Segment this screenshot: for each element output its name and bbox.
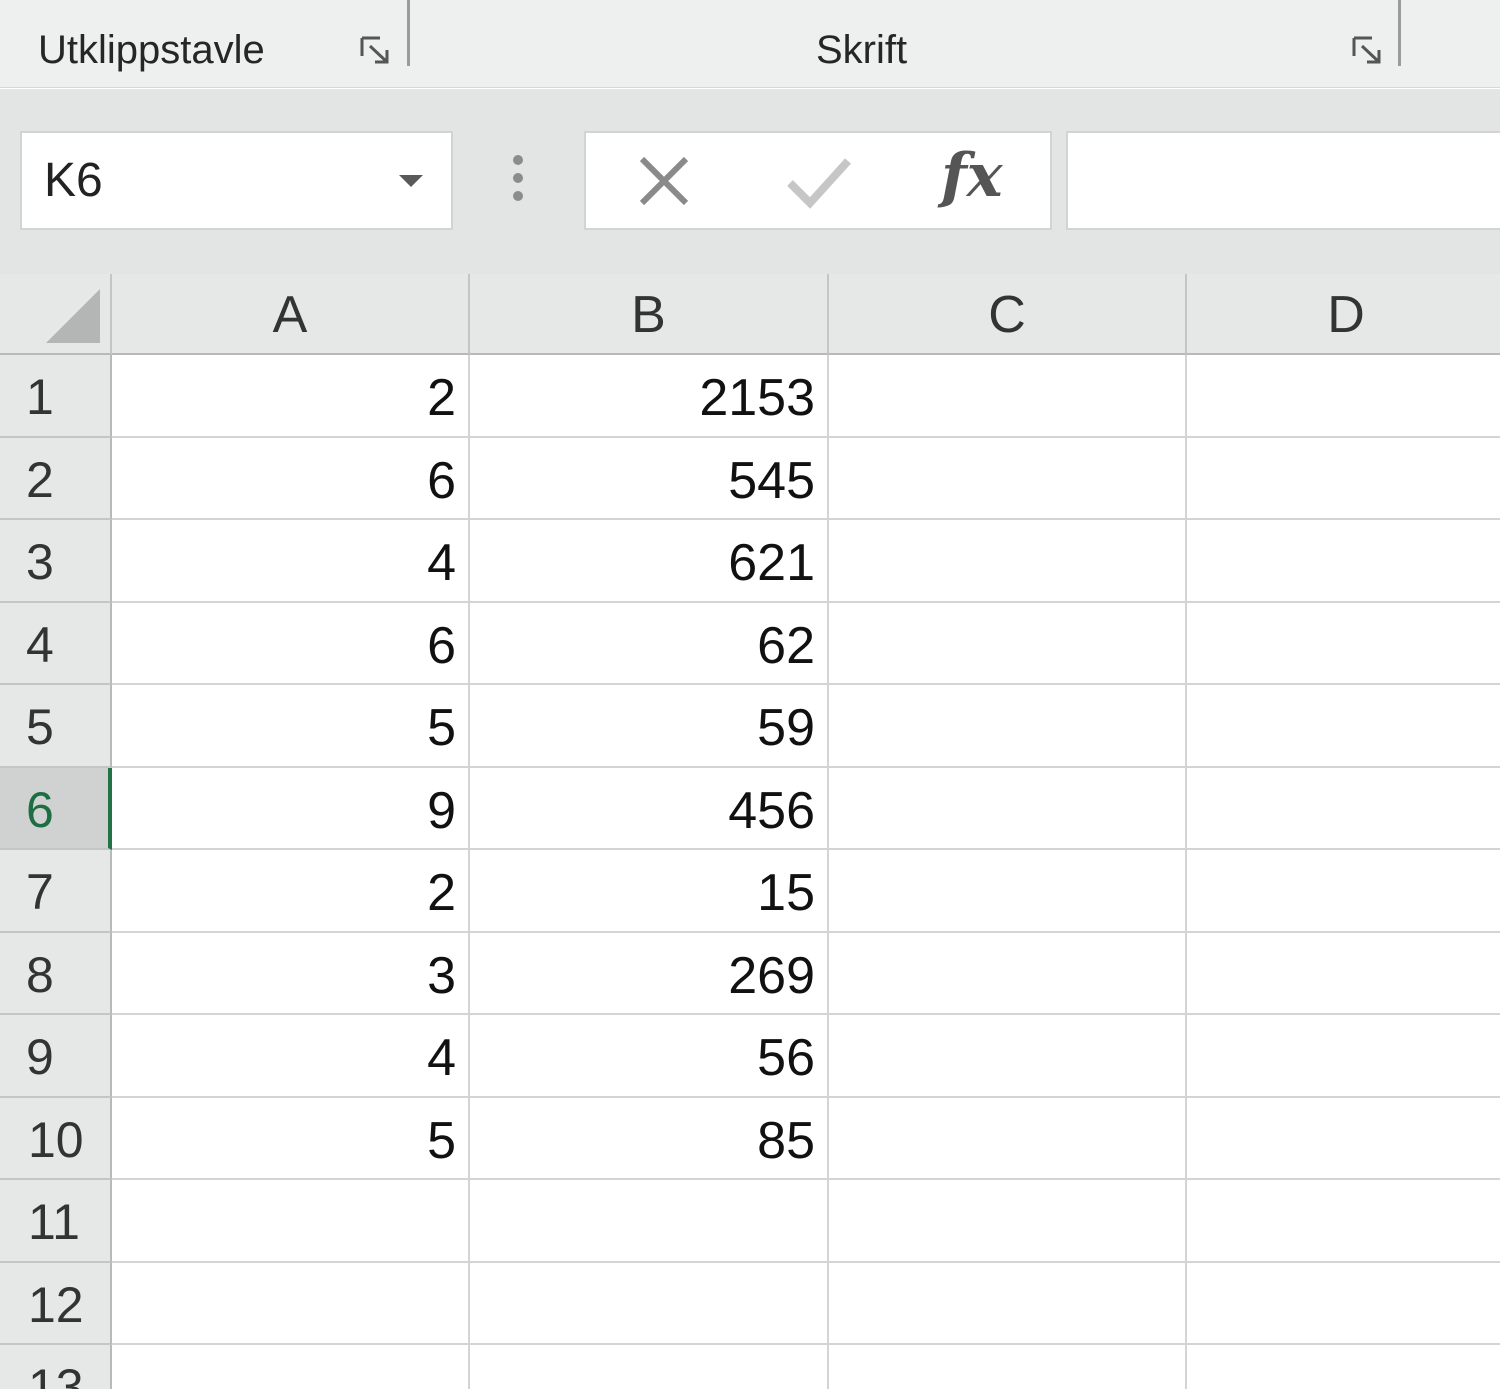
- cancel-entry-icon[interactable]: [626, 147, 706, 217]
- spreadsheet-grid: A B C D 1 2 2153 2 6 545 3 4 621 4 6 62 5 5 59 6 9 456 7 2 15 8 3 2…: [0, 274, 1500, 1389]
- cell-a5[interactable]: 5: [112, 685, 470, 768]
- cell-c11[interactable]: [829, 1180, 1187, 1263]
- cell-a4[interactable]: 6: [112, 602, 470, 685]
- formula-bar-resize-grip-icon[interactable]: [513, 155, 525, 205]
- cell-a10[interactable]: 5: [112, 1097, 470, 1180]
- cell-d1[interactable]: [1187, 355, 1500, 438]
- cell-c2[interactable]: [829, 437, 1187, 520]
- cell-c8[interactable]: [829, 932, 1187, 1015]
- cell-d12[interactable]: [1187, 1262, 1500, 1345]
- column-header-b[interactable]: B: [470, 274, 829, 355]
- row-header-5[interactable]: 5: [0, 685, 112, 768]
- row-header-11[interactable]: 11: [0, 1180, 112, 1263]
- cell-d5[interactable]: [1187, 685, 1500, 768]
- row-header-8[interactable]: 8: [0, 932, 112, 1015]
- insert-function-fx-icon[interactable]: fx: [941, 141, 1003, 211]
- cell-b9[interactable]: 56: [470, 1015, 829, 1098]
- column-header-d[interactable]: D: [1187, 274, 1500, 355]
- cell-d4[interactable]: [1187, 602, 1500, 685]
- cell-b3[interactable]: 621: [470, 520, 829, 603]
- cell-d13[interactable]: [1187, 1345, 1500, 1389]
- cell-a8[interactable]: 3: [112, 932, 470, 1015]
- cell-d10[interactable]: [1187, 1097, 1500, 1180]
- cell-c4[interactable]: [829, 602, 1187, 685]
- row-header-1[interactable]: 1: [0, 355, 112, 438]
- select-all-triangle-icon: [46, 289, 100, 343]
- name-box[interactable]: K6: [20, 131, 453, 230]
- confirm-entry-icon[interactable]: [782, 147, 862, 217]
- row-header-4[interactable]: 4: [0, 602, 112, 685]
- ribbon-group-separator: [1398, 0, 1401, 66]
- cell-b12[interactable]: [470, 1262, 829, 1345]
- cell-d9[interactable]: [1187, 1015, 1500, 1098]
- cell-a7[interactable]: 2: [112, 850, 470, 933]
- cell-d7[interactable]: [1187, 850, 1500, 933]
- cell-b8[interactable]: 269: [470, 932, 829, 1015]
- cell-a9[interactable]: 4: [112, 1015, 470, 1098]
- ribbon-group-label-font: Skrift: [816, 28, 908, 72]
- row-header-12[interactable]: 12: [0, 1262, 112, 1345]
- cell-b2[interactable]: 545: [470, 437, 829, 520]
- cell-a13[interactable]: [112, 1345, 470, 1389]
- cell-c7[interactable]: [829, 850, 1187, 933]
- column-header-c[interactable]: C: [829, 274, 1187, 355]
- dialog-launcher-clipboard-icon[interactable]: [360, 36, 392, 66]
- ribbon: Utklippstavle Skrift: [0, 0, 1500, 88]
- row-header-3[interactable]: 3: [0, 520, 112, 603]
- ribbon-group-label-clipboard: Utklippstavle: [38, 28, 265, 72]
- cell-b4[interactable]: 62: [470, 602, 829, 685]
- cell-a11[interactable]: [112, 1180, 470, 1263]
- cell-c1[interactable]: [829, 355, 1187, 438]
- row-header-2[interactable]: 2: [0, 437, 112, 520]
- cell-c3[interactable]: [829, 520, 1187, 603]
- ribbon-group-separator: [407, 0, 410, 66]
- cell-c6[interactable]: [829, 767, 1187, 850]
- row-header-6[interactable]: 6: [0, 767, 112, 850]
- formula-bar-buttons: fx: [584, 131, 1052, 230]
- dialog-launcher-font-icon[interactable]: [1352, 36, 1384, 66]
- cell-c12[interactable]: [829, 1262, 1187, 1345]
- cell-a2[interactable]: 6: [112, 437, 470, 520]
- column-header-a[interactable]: A: [112, 274, 470, 355]
- cell-d8[interactable]: [1187, 932, 1500, 1015]
- row-header-10[interactable]: 10: [0, 1097, 112, 1180]
- cell-b7[interactable]: 15: [470, 850, 829, 933]
- row-header-9[interactable]: 9: [0, 1015, 112, 1098]
- cell-a1[interactable]: 2: [112, 355, 470, 438]
- cell-d3[interactable]: [1187, 520, 1500, 603]
- cell-c5[interactable]: [829, 685, 1187, 768]
- name-box-value[interactable]: K6: [44, 153, 103, 208]
- row-header-7[interactable]: 7: [0, 850, 112, 933]
- cell-a3[interactable]: 4: [112, 520, 470, 603]
- cell-a6[interactable]: 9: [112, 767, 470, 850]
- cell-b6[interactable]: 456: [470, 767, 829, 850]
- formula-input[interactable]: [1066, 131, 1500, 230]
- cell-c13[interactable]: [829, 1345, 1187, 1389]
- cell-c9[interactable]: [829, 1015, 1187, 1098]
- cell-b11[interactable]: [470, 1180, 829, 1263]
- cell-d11[interactable]: [1187, 1180, 1500, 1263]
- cell-c10[interactable]: [829, 1097, 1187, 1180]
- cell-b5[interactable]: 59: [470, 685, 829, 768]
- cell-a12[interactable]: [112, 1262, 470, 1345]
- cell-b10[interactable]: 85: [470, 1097, 829, 1180]
- cell-b1[interactable]: 2153: [470, 355, 829, 438]
- row-header-13[interactable]: 13: [0, 1345, 112, 1389]
- select-all-button[interactable]: [0, 274, 112, 355]
- cell-b13[interactable]: [470, 1345, 829, 1389]
- cell-d2[interactable]: [1187, 437, 1500, 520]
- cell-d6[interactable]: [1187, 767, 1500, 850]
- chevron-down-icon[interactable]: [399, 175, 423, 187]
